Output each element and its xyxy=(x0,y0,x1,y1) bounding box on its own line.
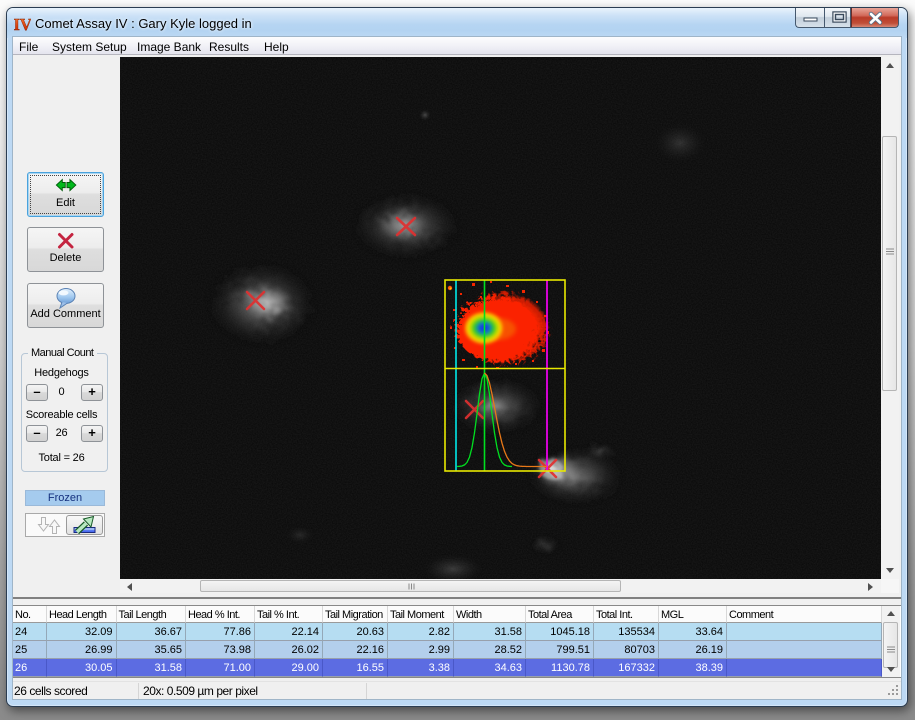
svg-text:IV: IV xyxy=(14,16,31,33)
